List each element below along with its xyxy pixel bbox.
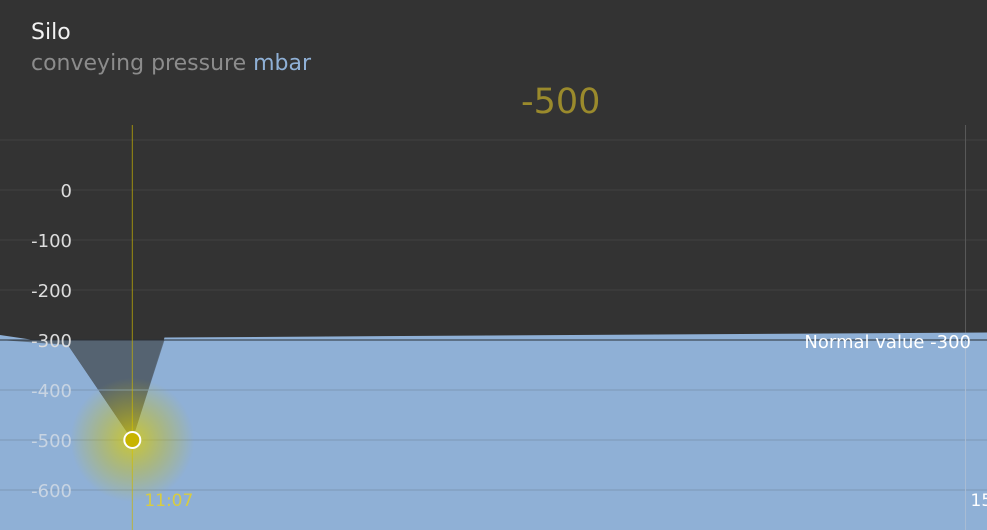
y-tick-label: -400 [31, 381, 72, 402]
y-tick-label: -500 [31, 431, 72, 452]
x-tick-label: 15:00 [971, 491, 987, 511]
x-tick-label-cursor: 11:07 [144, 491, 193, 511]
y-tick-label: -100 [31, 231, 72, 252]
pressure-chart[interactable]: 0 -100 -200 -300 -400 -500 -600 11:07 15:00 Norma… [0, 0, 987, 530]
y-tick-label: -600 [31, 481, 72, 502]
y-tick-label: -200 [31, 281, 72, 302]
normal-value-label: Normal value -300 [804, 332, 971, 353]
cursor-point [123, 431, 142, 449]
cursor-layer [70, 125, 195, 530]
y-tick-label: -300 [31, 331, 72, 352]
y-tick-label: 0 [61, 181, 72, 202]
